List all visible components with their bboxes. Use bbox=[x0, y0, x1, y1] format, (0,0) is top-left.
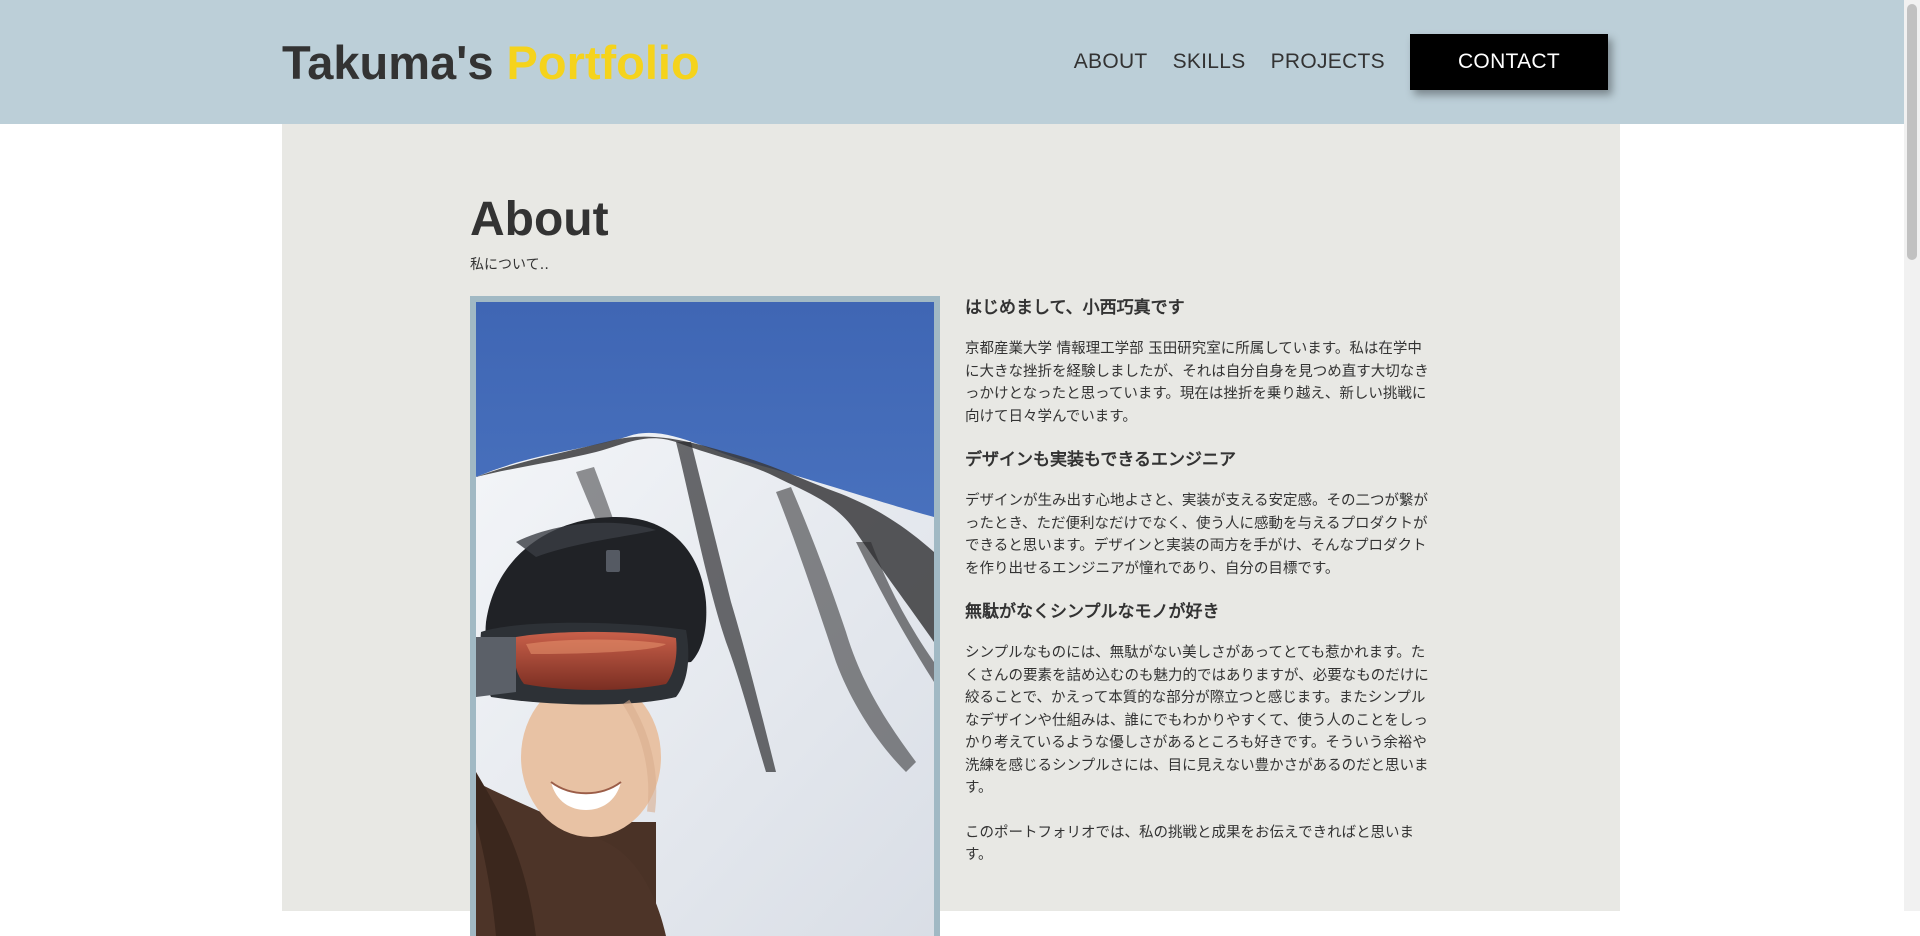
logo-accent: Portfolio bbox=[506, 36, 700, 89]
nav-about-link[interactable]: ABOUT bbox=[1074, 50, 1148, 74]
site-header: Takuma's Portfolio ABOUT SKILLS PROJECTS… bbox=[0, 0, 1904, 124]
body-engineer: デザインが生み出す心地よさと、実装が支える安定感。その二つが繋がったとき、ただ便… bbox=[965, 493, 1428, 577]
about-subtitle: 私について‥ bbox=[470, 257, 549, 273]
nav-skills-link[interactable]: SKILLS bbox=[1173, 50, 1246, 74]
skier-selfie-photo bbox=[476, 302, 934, 936]
photo-frame bbox=[470, 296, 940, 936]
about-text: はじめまして、小西巧真です 京都産業大学 情報理工学部 玉田研究室に所属していま… bbox=[965, 296, 1435, 867]
heading-engineer: デザインも実装もできるエンジニア bbox=[965, 450, 1236, 470]
site-logo[interactable]: Takuma's Portfolio bbox=[282, 34, 700, 92]
logo-name: Takuma's bbox=[282, 36, 507, 89]
page-scrollbar[interactable] bbox=[1904, 0, 1920, 911]
heading-intro: はじめまして、小西巧真です bbox=[965, 298, 1185, 318]
closing-text: このポートフォリオでは、私の挑戦と成果をお伝えできればと思います。 bbox=[965, 824, 1415, 864]
body-intro: 京都産業大学 情報理工学部 玉田研究室に所属しています。私は在学中に大きな挫折を… bbox=[965, 341, 1429, 425]
scrollbar-thumb[interactable] bbox=[1907, 4, 1917, 260]
profile-photo bbox=[476, 302, 934, 936]
contact-button[interactable]: CONTACT bbox=[1410, 34, 1608, 90]
about-title: About bbox=[470, 193, 609, 246]
heading-simple: 無駄がなくシンプルなモノが好き bbox=[965, 602, 1220, 622]
nav-projects-link[interactable]: PROJECTS bbox=[1271, 50, 1385, 74]
main-nav: ABOUT SKILLS PROJECTS CONTACT bbox=[1074, 34, 1608, 90]
body-simple: シンプルなものには、無駄がない美しさがあってとても惹かれます。たくさんの要素を詰… bbox=[965, 645, 1429, 796]
